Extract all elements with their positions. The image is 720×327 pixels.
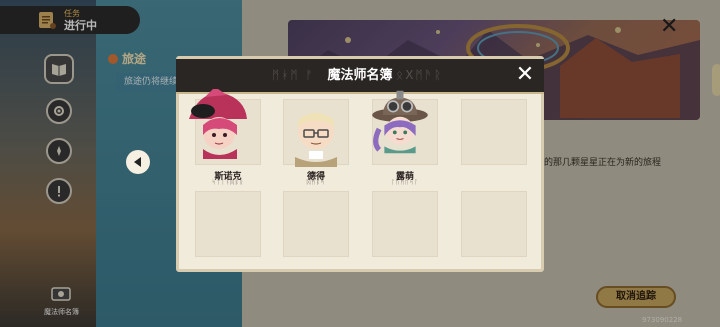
character-rune-name: ᛞᛗᛒᛋ (306, 179, 326, 186)
character-rune-name: ᛋᛏᛁᚾᛞᛒᚱ (211, 179, 245, 186)
character-portrait-snook (189, 89, 247, 159)
roster-slot-empty[interactable] (372, 191, 438, 257)
previous-page-button[interactable] (126, 150, 150, 174)
roster-slot-empty[interactable] (461, 191, 527, 257)
roster-slot-empty[interactable] (195, 191, 261, 257)
character-rune-name: ᛚᚢᛗᛖᛋᛚ (391, 179, 419, 186)
roster-slot-empty[interactable] (461, 99, 527, 165)
character-portrait-dede (295, 113, 337, 167)
modal-close-button[interactable]: ✕ (514, 64, 536, 86)
modal-title: 魔法师名簿 (327, 68, 393, 83)
roster-slot-empty[interactable] (283, 191, 349, 257)
arrow-left-icon (134, 157, 141, 167)
mage-roster-modal: ᛗᚼᛗ ᚠ ᛟXᛗᚫᚱ 魔法师名簿 ✕ 斯诺克 ᛋᛏᛁᚾᛞᛒᚱ 德得 ᛞᛗᛒᛋ (176, 56, 544, 272)
character-portrait-lumeng (372, 90, 428, 154)
